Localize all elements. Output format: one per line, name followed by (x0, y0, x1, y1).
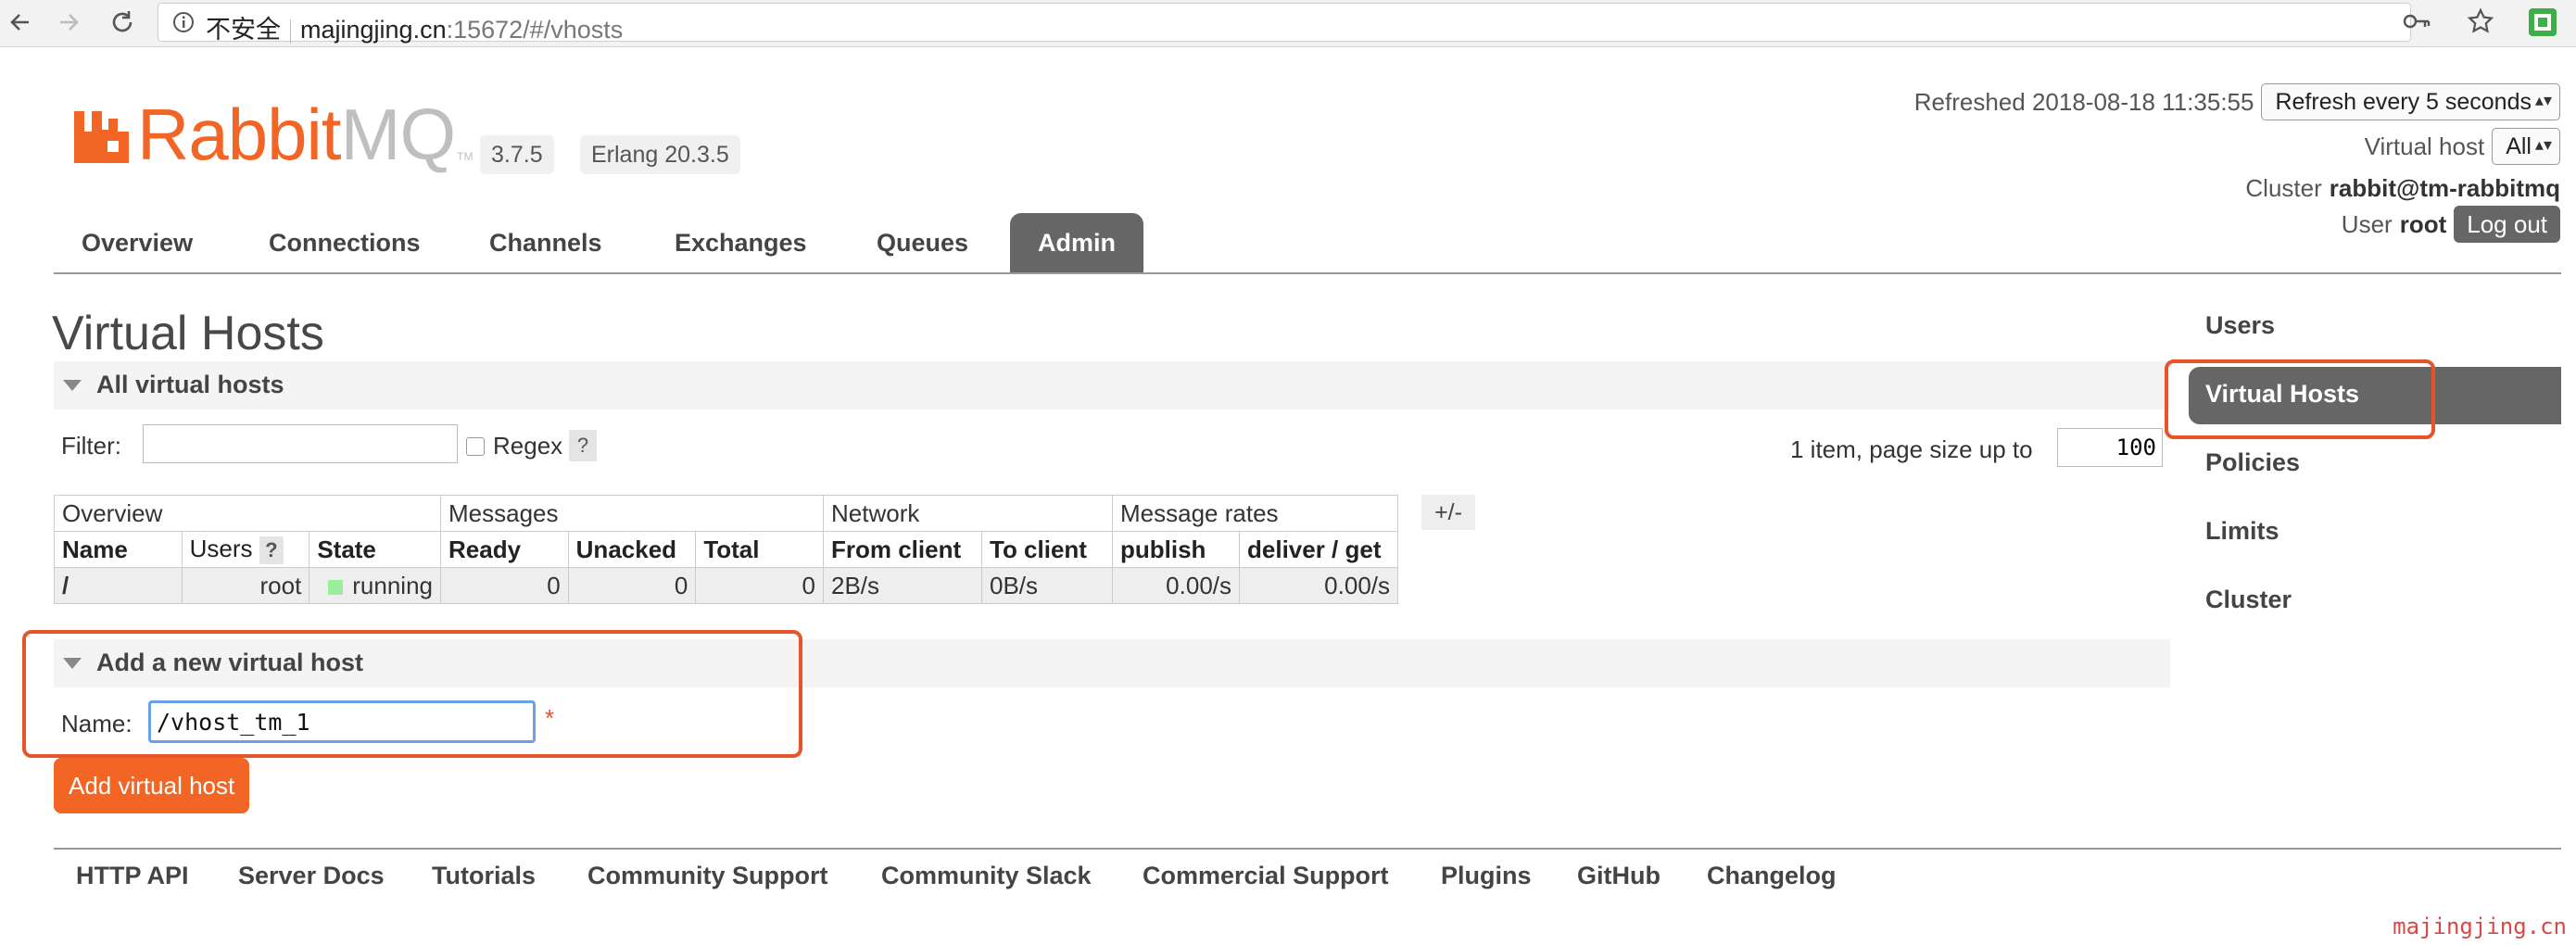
cell-state: running (309, 567, 441, 604)
virtual-host-select[interactable]: All ▴▾ (2492, 128, 2560, 165)
collapse-triangle-icon[interactable] (63, 379, 82, 391)
trademark-mark: TM (457, 150, 474, 163)
footer-link-tutorials[interactable]: Tutorials (432, 862, 536, 890)
all-vhosts-section-header[interactable]: All virtual hosts (63, 371, 284, 399)
cluster-label: Cluster (2245, 173, 2322, 202)
rabbitmq-logo[interactable]: RabbitMQ TM (72, 96, 473, 170)
running-status-icon (328, 579, 344, 595)
footer-link-server-docs[interactable]: Server Docs (238, 862, 385, 890)
cluster-name: rabbit@tm-rabbitmq (2329, 173, 2560, 202)
extension-icon[interactable] (2528, 7, 2557, 42)
all-vhosts-section-bar[interactable] (54, 361, 2170, 410)
regex-checkbox[interactable] (466, 437, 485, 456)
footer-link-changelog[interactable]: Changelog (1707, 862, 1837, 890)
table-row[interactable]: / root running 0 0 0 2B/s 0B/s 0.00/s 0.… (54, 567, 1398, 604)
cell-from-client: 2B/s (823, 567, 982, 604)
tab-admin[interactable]: Admin (1010, 213, 1143, 272)
url-host: majingjing.cn (300, 16, 447, 44)
footer-link-community-support[interactable]: Community Support (587, 862, 827, 890)
column-toggle-button[interactable]: +/- (1421, 495, 1475, 530)
tab-queues[interactable]: Queues (849, 213, 996, 272)
cell-total: 0 (695, 567, 824, 604)
cell-deliver-get: 0.00/s (1239, 567, 1398, 604)
erlang-badge: Erlang 20.3.5 (580, 135, 740, 174)
group-messages: Messages (440, 495, 824, 532)
page-title: Virtual Hosts (52, 307, 324, 360)
refreshed-label: Refreshed 2018-08-18 11:35:55 (1913, 87, 2254, 116)
col-from-client[interactable]: From client (823, 531, 982, 568)
cell-publish: 0.00/s (1112, 567, 1240, 604)
col-unacked[interactable]: Unacked (567, 531, 697, 568)
refresh-row: Refreshed 2018-08-18 11:35:55 Refresh ev… (1914, 83, 2560, 120)
filter-label: Filter: (61, 432, 121, 460)
vhost-row: Virtual host All ▴▾ (2365, 128, 2560, 165)
url-text: 不安全 majingjing.cn:15672/#/vhosts (206, 9, 623, 45)
footer-link-github[interactable]: GitHub (1577, 862, 1661, 890)
table-group-header-row: Overview Messages Network Message rates (54, 495, 1398, 532)
col-to-client[interactable]: To client (981, 531, 1113, 568)
reload-icon[interactable] (106, 6, 139, 39)
add-virtual-host-button[interactable]: Add virtual host (54, 758, 250, 813)
footer-link-community-slack[interactable]: Community Slack (881, 862, 1092, 890)
page-size-input[interactable] (2057, 428, 2163, 467)
footer-link-http-api[interactable]: HTTP API (76, 862, 189, 890)
col-deliver-get[interactable]: deliver / get (1239, 531, 1398, 568)
version-badge: 3.7.5 (480, 135, 554, 174)
regex-label: Regex (493, 432, 563, 460)
highlight-box-virtual-hosts (2165, 359, 2435, 439)
virtual-host-label: Virtual host (2364, 132, 2485, 160)
table-column-header-row: Name Users ? State Ready Unacked Total F… (54, 531, 1398, 568)
tab-exchanges[interactable]: Exchanges (647, 213, 835, 272)
col-state[interactable]: State (309, 531, 441, 568)
star-icon[interactable] (2467, 7, 2494, 40)
col-publish[interactable]: publish (1112, 531, 1240, 568)
cell-users: root (181, 567, 310, 604)
sidebar-item-limits[interactable]: Limits (2205, 517, 2279, 546)
footer-divider (54, 848, 2561, 850)
watermark-text: majingjing.cn (2393, 914, 2567, 939)
group-network: Network (823, 495, 1113, 532)
key-icon[interactable] (2403, 11, 2431, 36)
sidebar-item-cluster[interactable]: Cluster (2205, 586, 2292, 614)
cell-unacked: 0 (567, 567, 697, 604)
col-users[interactable]: Users ? (181, 531, 310, 568)
col-name[interactable]: Name (54, 531, 183, 568)
sidebar-item-users[interactable]: Users (2205, 311, 2275, 340)
all-vhosts-title: All virtual hosts (96, 371, 284, 398)
info-icon[interactable] (172, 11, 195, 38)
vhosts-table: Overview Messages Network Message rates … (54, 495, 1398, 604)
regex-help-button[interactable]: ? (569, 430, 597, 461)
vhost-name-link[interactable]: / (54, 567, 183, 604)
col-total[interactable]: Total (695, 531, 824, 568)
cluster-row: Cluster rabbit@tm-rabbitmq (2245, 172, 2560, 204)
highlight-box-add-vhost (22, 630, 802, 758)
page-info-label: 1 item, page size up to (1790, 435, 2033, 463)
refresh-interval-select[interactable]: Refresh every 5 seconds ▴▾ (2261, 83, 2560, 120)
tab-channels[interactable]: Channels (461, 213, 630, 272)
logo-wordmark: RabbitMQ (137, 94, 456, 175)
sidebar-item-policies[interactable]: Policies (2205, 448, 2300, 477)
cell-to-client: 0B/s (981, 567, 1113, 604)
group-overview: Overview (54, 495, 441, 532)
col-ready[interactable]: Ready (440, 531, 569, 568)
footer-link-plugins[interactable]: Plugins (1441, 862, 1532, 890)
forward-icon[interactable] (52, 6, 85, 39)
url-path: :15672/#/vhosts (446, 16, 624, 44)
back-icon[interactable] (4, 6, 37, 39)
cell-ready: 0 (440, 567, 569, 604)
tab-overview[interactable]: Overview (54, 213, 221, 272)
main-tabs: Overview Connections Channels Exchanges … (54, 213, 2561, 274)
tab-connections[interactable]: Connections (241, 213, 448, 272)
footer-link-commercial-support[interactable]: Commercial Support (1143, 862, 1389, 890)
insecure-label: 不安全 (206, 16, 281, 44)
users-help-button[interactable]: ? (259, 536, 284, 564)
rabbit-logo-icon (74, 111, 129, 163)
group-message-rates: Message rates (1112, 495, 1398, 532)
filter-input[interactable] (143, 424, 458, 463)
